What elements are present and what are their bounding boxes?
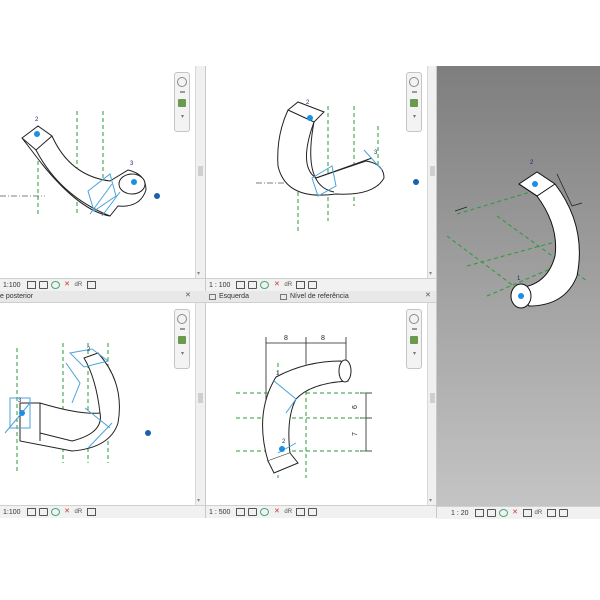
view-control-bar-top-middle: 1 : 100 ✕ dR <box>206 278 436 291</box>
detail-level-icon[interactable] <box>236 281 246 289</box>
chevron-down-icon[interactable]: ▾ <box>181 113 184 120</box>
view-control-bar-top-left: 1:100 ✕ dR <box>0 278 205 291</box>
viewport-3d-top-middle[interactable]: 2 3 ▾ ▾ 1 : 100 ✕ dR <box>206 66 436 291</box>
crop-region-icon[interactable] <box>296 281 306 289</box>
shadows-icon[interactable]: ✕ <box>63 281 72 289</box>
visual-style-icon[interactable] <box>38 508 48 516</box>
viewport-3d-top-left[interactable]: 2 3 ▾ ▾ 1:100 ✕ dR <box>0 66 205 291</box>
label-point-2: 2 <box>530 160 534 166</box>
crop-region-icon[interactable] <box>86 508 96 516</box>
vertical-scrollbar-top-left[interactable]: ▾ <box>195 66 205 279</box>
home-view-icon[interactable] <box>522 509 532 517</box>
detail-level-icon[interactable] <box>474 509 484 517</box>
shadows-icon[interactable]: ✕ <box>511 509 520 517</box>
sun-path-icon[interactable] <box>260 281 270 289</box>
sun-path-icon[interactable] <box>50 281 60 289</box>
zoom-icon[interactable] <box>178 99 186 107</box>
view-scale[interactable]: 1:100 <box>3 282 21 289</box>
navigation-bar-bottom-middle[interactable]: ▾ <box>406 309 422 369</box>
label-point-2: 2 <box>306 100 310 106</box>
view-scale[interactable]: 1 : 100 <box>209 282 230 289</box>
zoom-icon[interactable] <box>410 336 418 344</box>
render-icon[interactable]: dR <box>284 281 293 289</box>
visual-style-icon[interactable] <box>38 281 48 289</box>
viewport-left-elevation[interactable]: 8 8 6 7 1 2 ▾ ▾ 1: 500 ✕ dR <box>206 303 436 518</box>
navigation-bar-top-middle[interactable]: ▾ <box>406 72 422 132</box>
shadows-icon[interactable]: ✕ <box>272 508 281 516</box>
visual-style-icon[interactable] <box>486 509 496 517</box>
dimension-top-left: 8 <box>284 335 288 342</box>
render-icon[interactable]: dR <box>535 509 544 517</box>
label-point-3: 3 <box>130 161 134 167</box>
plan-view-icon <box>280 293 287 300</box>
vertical-scrollbar-bottom-middle[interactable]: ▾ <box>427 303 436 506</box>
shadows-icon[interactable]: ✕ <box>272 281 281 289</box>
detail-level-icon[interactable] <box>236 508 246 516</box>
label-point-3: 3 <box>374 150 378 156</box>
crop-region-icon[interactable] <box>296 508 306 516</box>
dimension-top-right: 8 <box>321 335 325 342</box>
navigation-bar-top-left[interactable]: ▾ <box>174 72 190 132</box>
sun-path-icon[interactable] <box>498 509 508 517</box>
zoom-icon[interactable] <box>178 336 186 344</box>
close-icon[interactable]: ✕ <box>425 291 431 299</box>
view-scale[interactable]: 1:100 <box>3 509 21 516</box>
sun-path-icon[interactable] <box>50 508 60 516</box>
visual-style-icon[interactable] <box>248 508 258 516</box>
label-point-2: 2 <box>35 117 39 123</box>
crop-region-icon[interactable] <box>86 281 96 289</box>
view-control-bar-bottom-left: 1:100 ✕ dR <box>0 505 205 518</box>
view-tab-bar: e posterior ✕ Esquerda Nível de referênc… <box>0 291 436 303</box>
steering-wheel-icon[interactable] <box>177 77 187 87</box>
crop-region-icon[interactable] <box>546 509 556 517</box>
shadows-icon[interactable]: ✕ <box>63 508 72 516</box>
label-point-1: 1 <box>517 276 521 282</box>
zoom-icon[interactable] <box>410 99 418 107</box>
tab-reference-level[interactable]: Nível de referência <box>280 292 349 301</box>
vertical-scrollbar-bottom-left[interactable]: ▾ <box>195 303 205 506</box>
render-icon[interactable]: dR <box>75 281 84 289</box>
chevron-down-icon[interactable]: ▾ <box>413 350 416 357</box>
dropdown-icon[interactable] <box>412 328 417 330</box>
viewport-3d-shaded[interactable]: 2 1 1 : 20 ✕ dR <box>437 66 600 519</box>
dropdown-icon[interactable] <box>180 91 185 93</box>
tab-left-elevation[interactable]: Esquerda <box>209 292 249 301</box>
dimension-right-upper: 6 <box>352 405 359 409</box>
home-icon <box>209 293 216 300</box>
detail-level-icon[interactable] <box>26 281 36 289</box>
render-icon[interactable]: dR <box>75 508 84 516</box>
navigation-bar-bottom-left[interactable]: ▾ <box>174 309 190 369</box>
steering-wheel-icon[interactable] <box>177 314 187 324</box>
view-scale[interactable]: 1 : 20 <box>451 510 469 517</box>
dropdown-icon[interactable] <box>412 91 417 93</box>
sun-path-icon[interactable] <box>260 508 270 516</box>
vertical-scrollbar-top-middle[interactable]: ▾ <box>427 66 436 279</box>
model-drawing-shaded: 2 1 <box>446 160 588 309</box>
chevron-down-icon[interactable]: ▾ <box>181 350 184 357</box>
dropdown-icon[interactable] <box>180 328 185 330</box>
tab-back-elevation[interactable]: e posterior <box>0 292 33 301</box>
temporary-hide-icon[interactable] <box>308 281 318 289</box>
view-control-bar-right: 1 : 20 ✕ dR <box>437 506 600 519</box>
chevron-down-icon[interactable]: ▾ <box>413 113 416 120</box>
model-drawing-top-middle: 2 3 <box>256 100 419 231</box>
steering-wheel-icon[interactable] <box>409 314 419 324</box>
close-icon[interactable]: ✕ <box>185 291 191 299</box>
view-scale[interactable]: 1 : 500 <box>209 509 230 516</box>
view-control-bar-bottom-middle: 1 : 500 ✕ dR <box>206 505 436 518</box>
label-point-2: 2 <box>87 347 91 353</box>
visual-style-icon[interactable] <box>248 281 258 289</box>
render-icon[interactable]: dR <box>284 508 293 516</box>
model-drawing-bottom-middle: 8 8 6 7 1 2 <box>236 335 372 478</box>
temporary-hide-icon[interactable] <box>558 509 568 517</box>
dimension-right-lower: 7 <box>352 432 359 436</box>
viewport-back-elevation[interactable]: 2 3 ▾ ▾ 1:100 ✕ dR <box>0 303 205 518</box>
steering-wheel-icon[interactable] <box>409 77 419 87</box>
temporary-hide-icon[interactable] <box>308 508 318 516</box>
detail-level-icon[interactable] <box>26 508 36 516</box>
